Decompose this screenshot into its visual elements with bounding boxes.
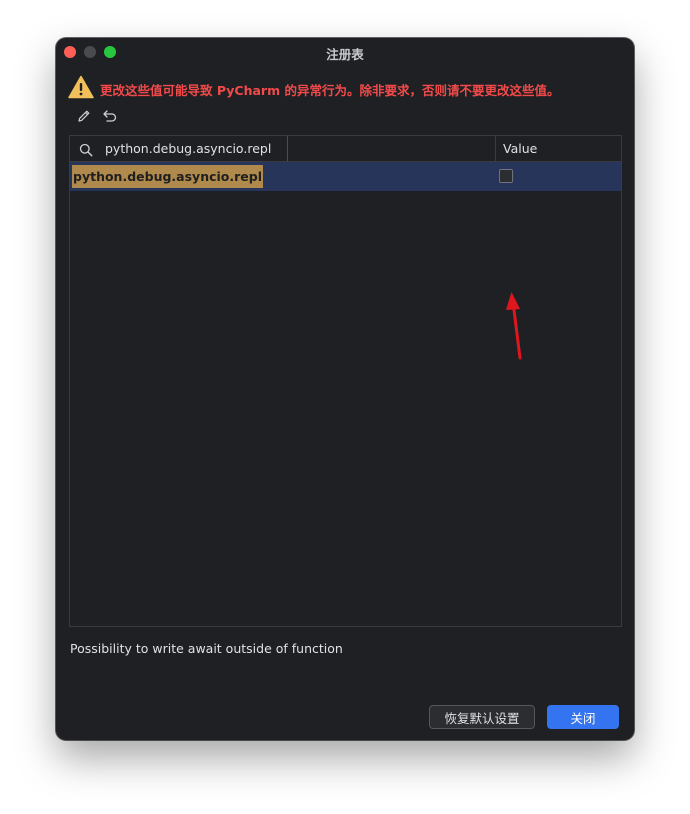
window-title: 注册表 — [326, 47, 364, 62]
close-button[interactable]: 关闭 — [547, 705, 619, 729]
value-column-header[interactable]: Value — [503, 141, 537, 156]
search-icon — [79, 142, 93, 157]
registry-dialog: 注册表 更改这些值可能导致 PyCharm 的异常行为。除非要求，否则请不要更改… — [56, 38, 634, 740]
setting-description: Possibility to write await outside of fu… — [70, 641, 343, 656]
table-row[interactable]: python.debug.asyncio.repl — [70, 162, 621, 191]
restore-defaults-button[interactable]: 恢复默认设置 — [429, 705, 535, 729]
warning-icon — [68, 75, 94, 103]
search-input[interactable] — [105, 141, 275, 156]
value-checkbox[interactable] — [499, 169, 513, 183]
search-field[interactable] — [70, 136, 288, 161]
warning-text: 更改这些值可能导致 PyCharm 的异常行为。除非要求，否则请不要更改这些值。 — [100, 82, 560, 98]
annotation-arrow — [506, 292, 522, 360]
registry-table: Value python.debug.asyncio.repl — [69, 135, 622, 627]
edit-icon[interactable] — [76, 108, 92, 124]
column-divider[interactable] — [495, 136, 496, 161]
toolbar — [76, 108, 118, 124]
registry-key: python.debug.asyncio.repl — [72, 165, 264, 188]
title-bar: 注册表 — [56, 38, 634, 66]
warning-banner: 更改这些值可能导致 PyCharm 的异常行为。除非要求，否则请不要更改这些值。 — [68, 75, 560, 103]
table-header: Value — [70, 136, 621, 162]
revert-icon[interactable] — [102, 108, 118, 124]
